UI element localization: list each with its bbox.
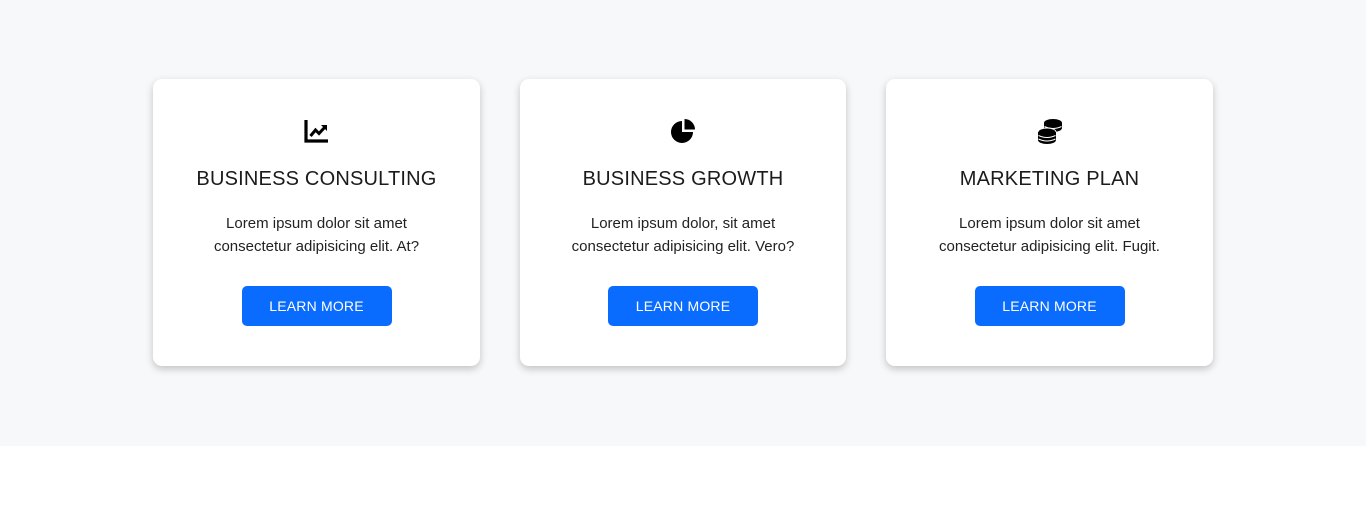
- card-description: Lorem ipsum dolor, sit amet consectetur …: [571, 215, 795, 255]
- learn-more-button[interactable]: LEARN MORE: [241, 286, 392, 326]
- learn-more-button[interactable]: LEARN MORE: [608, 286, 758, 326]
- service-card-marketing-plan: MARKETING PLAN Lorem ipsum dolor sit ame…: [886, 79, 1213, 366]
- service-card-business-consulting: BUSINESS CONSULTING Lorem ipsum dolor si…: [153, 79, 480, 366]
- card-description: Lorem ipsum dolor sit amet consectetur a…: [213, 215, 420, 255]
- card-description: Lorem ipsum dolor sit amet consectetur a…: [939, 215, 1160, 255]
- learn-more-button[interactable]: LEARN MORE: [974, 286, 1125, 326]
- card-title: MARKETING PLAN: [959, 168, 1140, 190]
- card-title: BUSINESS CONSULTING: [196, 168, 437, 190]
- services-section: BUSINESS CONSULTING Lorem ipsum dolor si…: [0, 0, 1366, 446]
- card-title: BUSINESS GROWTH: [582, 168, 784, 190]
- chart-line-icon: [303, 117, 331, 145]
- pie-chart-icon: [669, 117, 697, 145]
- service-card-business-growth: BUSINESS GROWTH Lorem ipsum dolor, sit a…: [520, 79, 846, 366]
- coins-icon: [1036, 117, 1064, 145]
